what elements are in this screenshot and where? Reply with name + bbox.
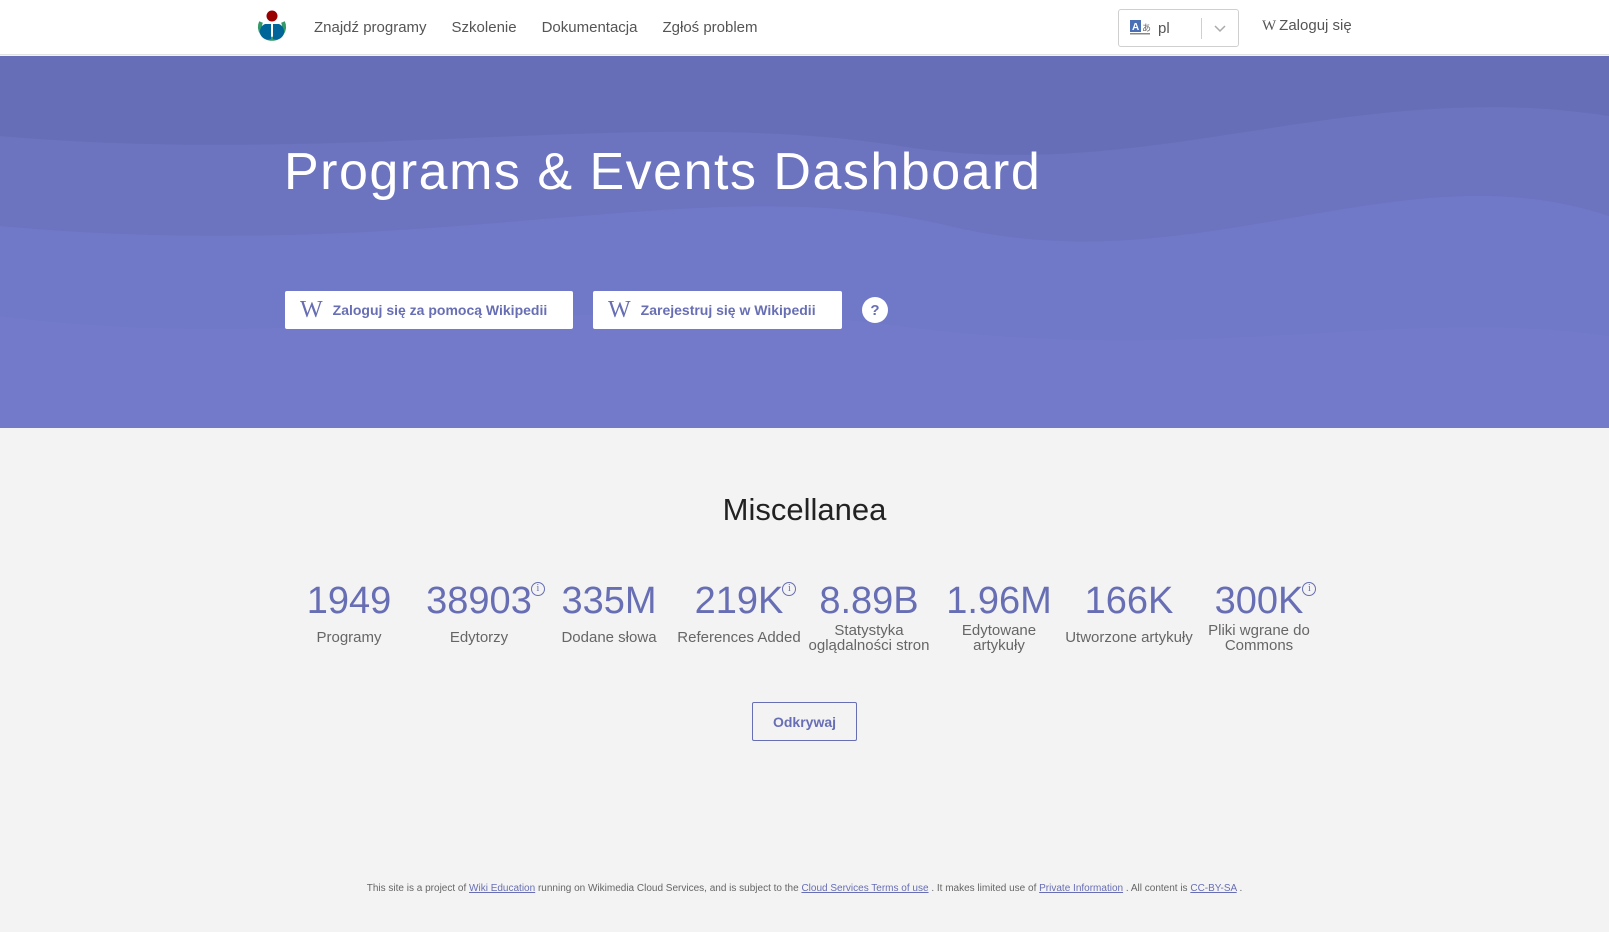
- stat-label: Utworzone artykuły: [1065, 629, 1193, 646]
- nav-training[interactable]: Szkolenie: [452, 19, 517, 36]
- stat-value-wrap: 300K i: [1214, 576, 1317, 626]
- wikimedia-logo-icon[interactable]: [255, 10, 289, 44]
- page-title: Programs & Events Dashboard: [284, 143, 1042, 201]
- private-information-link[interactable]: Private Information: [1039, 883, 1123, 894]
- wikipedia-w-icon: W: [1262, 18, 1277, 34]
- footer-text: .: [1239, 883, 1243, 894]
- footer-text: running on Wikimedia Cloud Services, and…: [537, 883, 799, 894]
- stat-programs: 1949 Programy: [284, 576, 414, 645]
- footer-text: This site is a project of: [366, 883, 467, 894]
- register-wikipedia-button[interactable]: W Zarejestruj się w Wikipedii: [593, 291, 842, 329]
- help-icon[interactable]: ?: [862, 297, 888, 323]
- language-separator: [1201, 18, 1202, 39]
- wiki-education-link[interactable]: Wiki Education: [469, 883, 535, 894]
- stat-value-wrap: 38903 i: [426, 576, 545, 626]
- hero-wave-background: [0, 56, 1609, 428]
- stat-page-views: 8.89B Statystyka oglądalności stron: [804, 576, 934, 653]
- stat-label-line2: artykuły: [973, 637, 1025, 654]
- stat-label-line2: Commons: [1224, 637, 1294, 654]
- chevron-down-icon[interactable]: [1213, 21, 1227, 35]
- stats-title: Miscellanea: [722, 492, 887, 527]
- language-value: pl: [1158, 19, 1170, 37]
- nav-report-problem[interactable]: Zgłoś problem: [662, 19, 757, 36]
- footer: This site is a project of Wiki Education…: [0, 883, 1609, 894]
- stat-value: 300K: [1214, 580, 1304, 622]
- stat-words-added: 335M Dodane słowa: [544, 576, 674, 645]
- svg-text:あ: あ: [1142, 23, 1151, 33]
- nav-find-programs[interactable]: Znajdź programy: [314, 19, 427, 36]
- info-icon[interactable]: i: [530, 582, 545, 596]
- register-wikipedia-label: Zarejestruj się w Wikipedii: [640, 302, 816, 318]
- login-link[interactable]: W Zaloguj się: [1262, 17, 1352, 35]
- stat-label-line2: oglądalności stron: [808, 637, 930, 654]
- stat-commons-uploads: 300K i Pliki wgrane do Commons: [1194, 576, 1324, 653]
- stat-label: Dodane słowa: [561, 629, 657, 646]
- explore-button[interactable]: Odkrywaj: [752, 702, 857, 741]
- login-wikipedia-button[interactable]: W Zaloguj się za pomocą Wikipedii: [285, 291, 573, 329]
- language-icon: A あ: [1130, 20, 1151, 35]
- top-navbar: Znajdź programy Szkolenie Dokumentacja Z…: [0, 0, 1609, 55]
- stat-value-wrap: 219K i: [694, 576, 797, 626]
- stat-value: 166K: [1084, 580, 1174, 622]
- stat-references-added: 219K i References Added: [674, 576, 804, 645]
- stat-value: 38903: [426, 580, 532, 622]
- footer-text: . It makes limited use of: [931, 883, 1037, 894]
- main-nav: Znajdź programy Szkolenie Dokumentacja Z…: [314, 0, 783, 55]
- login-label: Zaloguj się: [1279, 17, 1352, 34]
- stat-value: 1949: [306, 580, 392, 622]
- stat-label: References Added: [677, 629, 801, 646]
- stat-label: Edytorzy: [449, 629, 509, 646]
- stat-articles-edited: 1.96M Edytowane artykuły: [934, 576, 1064, 653]
- footer-text: . All content is: [1125, 883, 1188, 894]
- stat-value: 219K: [694, 580, 784, 622]
- license-link[interactable]: CC-BY-SA: [1190, 883, 1236, 894]
- wikipedia-w-icon: W: [608, 296, 631, 323]
- info-icon[interactable]: i: [782, 582, 797, 596]
- terms-of-use-link[interactable]: Cloud Services Terms of use: [801, 883, 928, 894]
- stat-label: Statystyka oglądalności stron: [804, 623, 934, 653]
- stat-value: 335M: [561, 580, 657, 622]
- stat-articles-created: 166K Utworzone artykuły: [1064, 576, 1194, 645]
- login-wikipedia-label: Zaloguj się za pomocą Wikipedii: [332, 302, 548, 318]
- svg-text:A: A: [1132, 22, 1139, 33]
- stat-label: Edytowane artykuły: [934, 623, 1064, 653]
- hero-banner: Programs & Events Dashboard W Zaloguj si…: [0, 56, 1609, 428]
- stat-label: Programy: [316, 629, 382, 646]
- nav-documentation[interactable]: Dokumentacja: [542, 19, 638, 36]
- stat-value: 1.96M: [946, 580, 1052, 622]
- wikipedia-w-icon: W: [300, 296, 323, 323]
- stat-editors: 38903 i Edytorzy: [414, 576, 545, 646]
- info-icon[interactable]: i: [1302, 582, 1317, 596]
- stat-value: 8.89B: [819, 580, 919, 622]
- language-select[interactable]: A あ pl: [1118, 9, 1239, 47]
- stat-label: Pliki wgrane do Commons: [1194, 623, 1324, 653]
